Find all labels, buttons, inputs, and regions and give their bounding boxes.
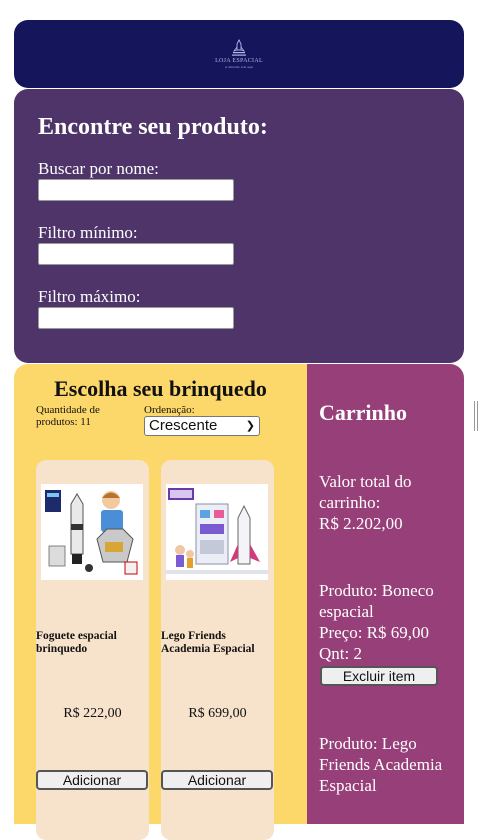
cart-item-product: Produto: Lego Friends Academia Espacial bbox=[319, 734, 443, 795]
max-filter-label: Filtro máximo: bbox=[38, 287, 141, 306]
filters-title: Encontre seu produto: bbox=[38, 114, 268, 140]
products-panel: Escolha seu brinquedo Quantidade de prod… bbox=[14, 364, 307, 840]
cart-total-value: R$ 2.202,00 bbox=[319, 514, 403, 533]
rocket-logo-icon bbox=[231, 38, 247, 57]
min-filter-group: Filtro mínimo: bbox=[38, 223, 464, 265]
product-name: Lego Friends Academia Espacial bbox=[161, 630, 255, 655]
sort-select[interactable]: Crescente ❯ bbox=[144, 416, 260, 436]
min-filter-input[interactable] bbox=[38, 243, 234, 265]
add-to-cart-button[interactable]: Adicionar bbox=[36, 770, 148, 790]
logo-tagline: A diversão está aqui bbox=[224, 64, 254, 69]
filters-panel: Encontre seu produto: Buscar por nome: F… bbox=[14, 89, 464, 363]
sort-selected-value: Crescente bbox=[149, 417, 218, 434]
logo-name: LOJA ESPACIAL bbox=[215, 57, 263, 64]
search-label: Buscar por nome: bbox=[38, 159, 159, 178]
products-title: Escolha seu brinquedo bbox=[54, 376, 267, 401]
cart-item: Produto: Boneco espacial Preço: R$ 69,00… bbox=[319, 580, 459, 664]
product-count: Quantidade de produtos: 11 bbox=[36, 404, 100, 428]
cart-title: Carrinho bbox=[319, 400, 407, 425]
min-filter-label: Filtro mínimo: bbox=[38, 223, 138, 242]
product-card: Foguete espacial brinquedo R$ 222,00 Adi… bbox=[36, 460, 149, 840]
search-input[interactable] bbox=[38, 179, 234, 201]
search-group: Buscar por nome: bbox=[38, 159, 464, 201]
max-filter-input[interactable] bbox=[38, 307, 234, 329]
add-to-cart-button[interactable]: Adicionar bbox=[161, 770, 273, 790]
cart-total-label: Valor total do carrinho: bbox=[319, 472, 412, 512]
main-content: Escolha seu brinquedo Quantidade de prod… bbox=[14, 364, 464, 840]
cart-item-product: Produto: Boneco espacial bbox=[319, 581, 434, 621]
product-price: R$ 222,00 bbox=[63, 706, 122, 721]
rocket-toy-image bbox=[41, 484, 143, 580]
product-card: Lego Friends Academia Espacial R$ 699,00… bbox=[161, 460, 274, 840]
site-header: LOJA ESPACIAL A diversão está aqui bbox=[14, 20, 464, 88]
cart-item: Produto: Lego Friends Academia Espacial bbox=[319, 733, 459, 796]
cart-item-price: Preço: R$ 69,00 bbox=[319, 623, 430, 642]
product-name: Foguete espacial brinquedo bbox=[36, 630, 117, 655]
store-logo[interactable]: LOJA ESPACIAL A diversão está aqui bbox=[215, 38, 263, 70]
cart-item-qty: Qnt: 2 bbox=[319, 644, 362, 663]
chevron-down-icon: ❯ bbox=[245, 420, 255, 432]
scrollbar-handle[interactable] bbox=[474, 401, 478, 431]
product-price: R$ 699,00 bbox=[188, 706, 247, 721]
cart-panel: Carrinho Valor total do carrinho: R$ 2.2… bbox=[307, 364, 464, 824]
remove-item-button[interactable]: Excluir item bbox=[320, 666, 438, 686]
page: LOJA ESPACIAL A diversão está aqui Encon… bbox=[14, 20, 464, 840]
lego-space-academy-image bbox=[166, 484, 268, 580]
max-filter-group: Filtro máximo: bbox=[38, 287, 464, 329]
sort-label: Ordenação: bbox=[144, 404, 195, 416]
